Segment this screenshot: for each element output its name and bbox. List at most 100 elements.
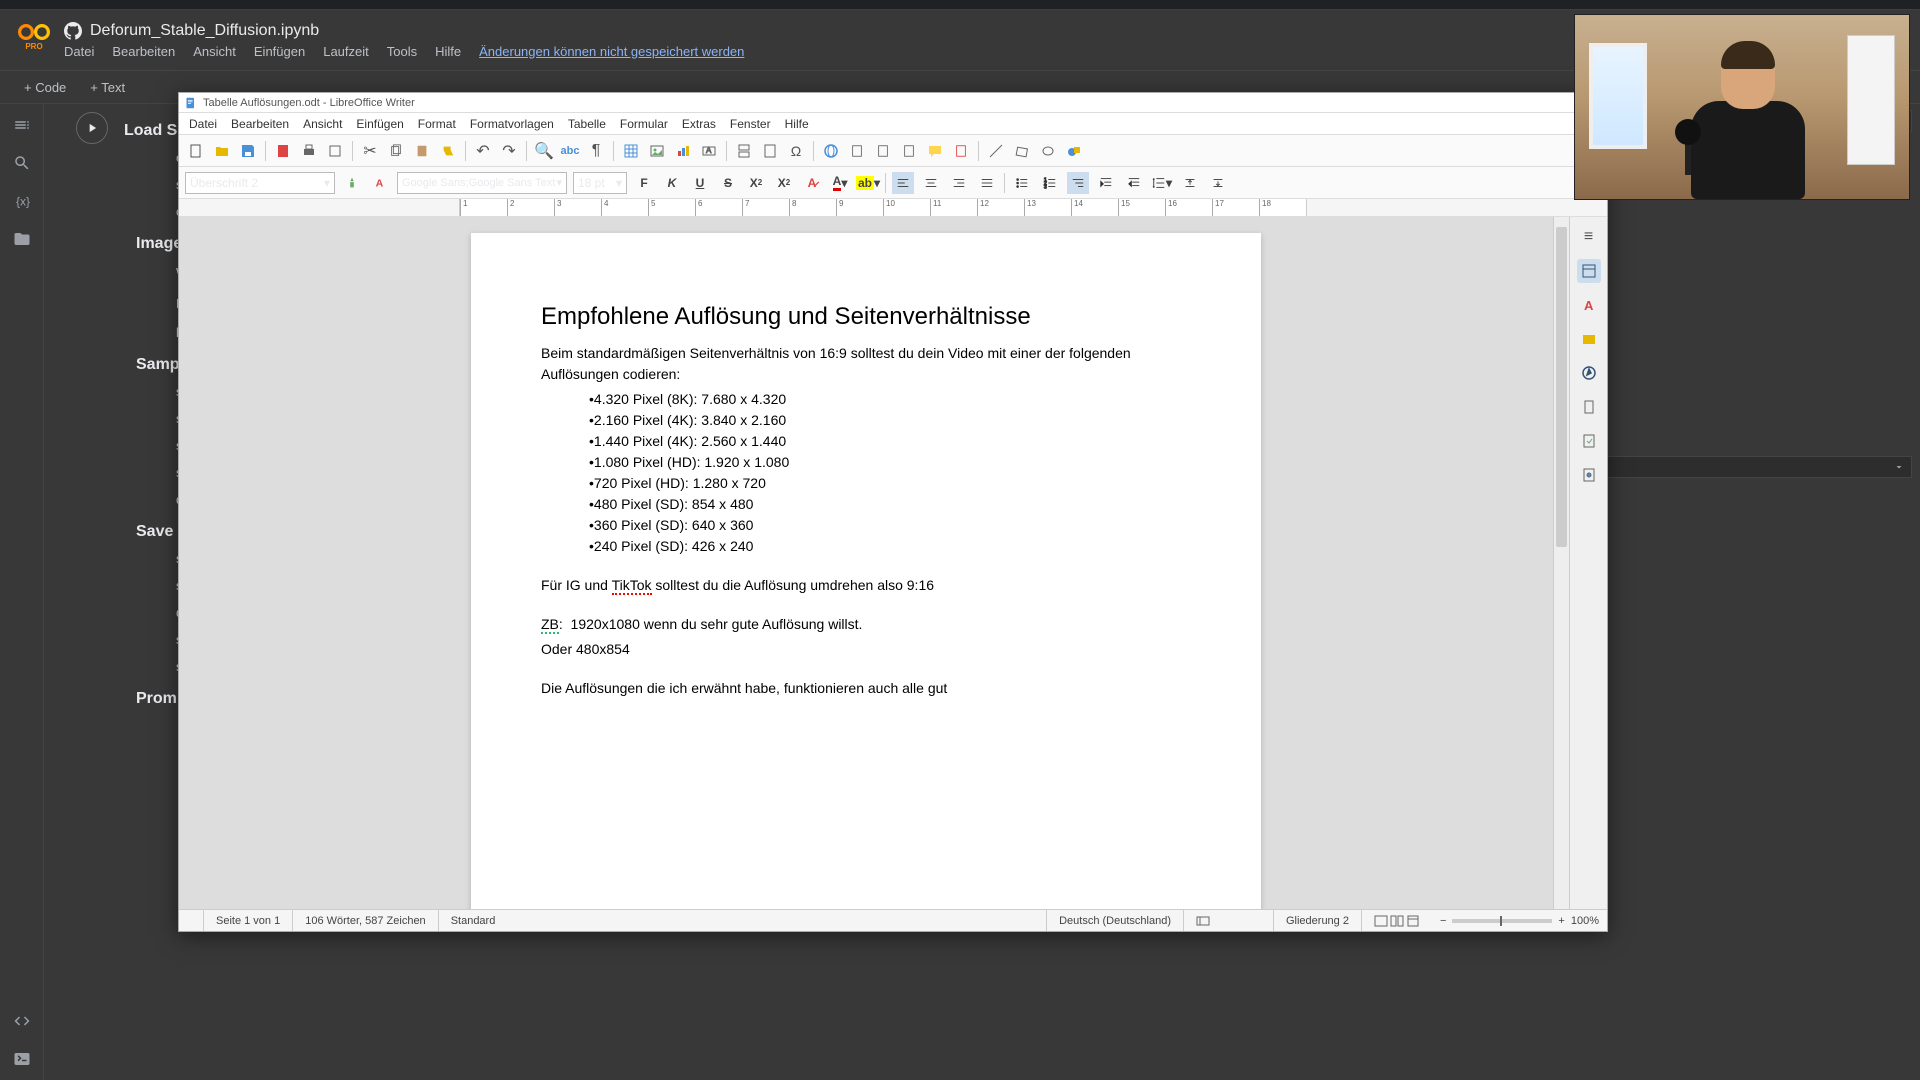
sidebar-navigator-icon[interactable] <box>1577 361 1601 385</box>
new-style-icon[interactable]: A <box>369 172 391 194</box>
image-icon[interactable] <box>646 140 668 162</box>
new-doc-icon[interactable] <box>185 140 207 162</box>
italic-button[interactable]: K <box>661 172 683 194</box>
lo-menu-bearbeiten[interactable]: Bearbeiten <box>231 117 289 131</box>
page-break-icon[interactable] <box>733 140 755 162</box>
menu-datei[interactable]: Datei <box>64 44 94 59</box>
bullet-4[interactable]: •720 Pixel (HD): 1.280 x 720 <box>589 473 1191 494</box>
clear-format-button[interactable]: A̷ <box>801 172 823 194</box>
notebook-filename[interactable]: Deforum_Stable_Diffusion.ipynb <box>90 22 319 40</box>
code-icon[interactable] <box>13 1012 31 1030</box>
print-icon[interactable] <box>298 140 320 162</box>
status-style[interactable]: Standard <box>439 910 1047 931</box>
bullet-2[interactable]: •1.440 Pixel (4K): 2.560 x 1.440 <box>589 431 1191 452</box>
spellcheck-icon[interactable]: abc <box>559 140 581 162</box>
align-right-button[interactable] <box>948 172 970 194</box>
doc-ig[interactable]: Für IG und TikTok solltest du die Auflös… <box>541 575 1191 596</box>
menu-hilfe[interactable]: Hilfe <box>435 44 461 59</box>
font-name-combo[interactable]: Google Sans;Google Sans Text;R▾ <box>397 172 567 194</box>
redo-icon[interactable]: ↷ <box>498 140 520 162</box>
scroll-thumb[interactable] <box>1556 227 1567 547</box>
bookmark-icon[interactable] <box>872 140 894 162</box>
line-spacing-button[interactable]: ▾ <box>1151 172 1173 194</box>
lo-menu-format[interactable]: Format <box>418 117 456 131</box>
bullet-0[interactable]: •4.320 Pixel (8K): 7.680 x 4.320 <box>589 389 1191 410</box>
menu-laufzeit[interactable]: Laufzeit <box>323 44 369 59</box>
menu-bearbeiten[interactable]: Bearbeiten <box>112 44 175 59</box>
lo-titlebar[interactable]: Tabelle Auflösungen.odt - LibreOffice Wr… <box>179 93 1607 113</box>
open-icon[interactable] <box>211 140 233 162</box>
bullet-list-button[interactable] <box>1011 172 1033 194</box>
font-size-combo[interactable]: 18 pt▾ <box>573 172 627 194</box>
status-view-icons[interactable] <box>1362 910 1432 931</box>
indent-inc-button[interactable] <box>1095 172 1117 194</box>
textbox-icon[interactable]: A <box>698 140 720 162</box>
status-lang[interactable]: Deutsch (Deutschland) <box>1047 910 1184 931</box>
line-icon[interactable] <box>985 140 1007 162</box>
para-spacing-dec-button[interactable] <box>1207 172 1229 194</box>
align-center-button[interactable] <box>920 172 942 194</box>
doc-oder[interactable]: Oder 480x854 <box>541 639 1191 660</box>
bullet-3[interactable]: •1.080 Pixel (HD): 1.920 x 1.080 <box>589 452 1191 473</box>
print-preview-icon[interactable] <box>324 140 346 162</box>
lo-menu-formular[interactable]: Formular <box>620 117 668 131</box>
find-icon[interactable]: 🔍 <box>533 140 555 162</box>
lo-menu-ansicht[interactable]: Ansicht <box>303 117 342 131</box>
track-changes-icon[interactable] <box>950 140 972 162</box>
status-insert-mode[interactable] <box>1184 910 1274 931</box>
hyperlink-icon[interactable] <box>820 140 842 162</box>
status-page[interactable]: Seite 1 von 1 <box>204 910 293 931</box>
paragraph-style-combo[interactable]: Überschrift 2▾ <box>185 172 335 194</box>
bullet-7[interactable]: •240 Pixel (SD): 426 x 240 <box>589 536 1191 557</box>
lo-menu-einfuegen[interactable]: Einfügen <box>356 117 403 131</box>
status-outline[interactable]: Gliederung 2 <box>1274 910 1362 931</box>
align-left-button[interactable] <box>892 172 914 194</box>
add-code-button[interactable]: + Code <box>16 76 74 99</box>
zoom-value[interactable]: 100% <box>1571 915 1599 927</box>
save-icon[interactable] <box>237 140 259 162</box>
undo-icon[interactable]: ↶ <box>472 140 494 162</box>
number-list-button[interactable]: 123 <box>1039 172 1061 194</box>
sidebar-styles-icon[interactable]: A <box>1577 293 1601 317</box>
terminal-icon[interactable] <box>13 1050 31 1068</box>
special-char-icon[interactable]: Ω <box>785 140 807 162</box>
chart-icon[interactable] <box>672 140 694 162</box>
menu-tools[interactable]: Tools <box>387 44 417 59</box>
footnote-icon[interactable] <box>846 140 868 162</box>
folder-icon[interactable] <box>13 230 31 248</box>
lo-menu-formatvorlagen[interactable]: Formatvorlagen <box>470 117 554 131</box>
zoom-in-button[interactable]: + <box>1558 915 1564 927</box>
indent-dec-button[interactable] <box>1123 172 1145 194</box>
table-icon[interactable] <box>620 140 642 162</box>
zoom-slider[interactable] <box>1452 919 1552 923</box>
doc-heading[interactable]: Empfohlene Auflösung und Seitenverhältni… <box>541 303 1191 331</box>
toc-icon[interactable] <box>13 116 31 134</box>
show-draw-icon[interactable] <box>1063 140 1085 162</box>
menu-einfuegen[interactable]: Einfügen <box>254 44 305 59</box>
subscript-button[interactable]: X2 <box>773 172 795 194</box>
comment-icon[interactable] <box>924 140 946 162</box>
doc-final[interactable]: Die Auflösungen die ich erwähnt habe, fu… <box>541 678 1191 699</box>
copy-icon[interactable] <box>385 140 407 162</box>
outline-list-button[interactable] <box>1067 172 1089 194</box>
draw-functions-icon[interactable] <box>1037 140 1059 162</box>
menu-ansicht[interactable]: Ansicht <box>193 44 236 59</box>
lo-menu-datei[interactable]: Datei <box>189 117 217 131</box>
status-words[interactable]: 106 Wörter, 587 Zeichen <box>293 910 438 931</box>
lo-menu-tabelle[interactable]: Tabelle <box>568 117 606 131</box>
search-icon[interactable] <box>13 154 31 172</box>
bullet-6[interactable]: •360 Pixel (SD): 640 x 360 <box>589 515 1191 536</box>
lo-menu-hilfe[interactable]: Hilfe <box>785 117 809 131</box>
lo-ruler[interactable]: 123456789101112131415161718 <box>179 199 1607 217</box>
highlight-button[interactable]: ab▾ <box>857 172 879 194</box>
sidebar-properties-icon[interactable] <box>1577 259 1601 283</box>
shapes-icon[interactable] <box>1011 140 1033 162</box>
strike-button[interactable]: S <box>717 172 739 194</box>
lo-page-area[interactable]: Empfohlene Auflösung und Seitenverhältni… <box>179 217 1553 909</box>
export-pdf-icon[interactable] <box>272 140 294 162</box>
save-warning[interactable]: Änderungen können nicht gespeichert werd… <box>479 44 744 59</box>
formatting-marks-icon[interactable]: ¶ <box>585 140 607 162</box>
underline-button[interactable]: U <box>689 172 711 194</box>
update-style-icon[interactable] <box>341 172 363 194</box>
zoom-out-button[interactable]: − <box>1440 915 1446 927</box>
